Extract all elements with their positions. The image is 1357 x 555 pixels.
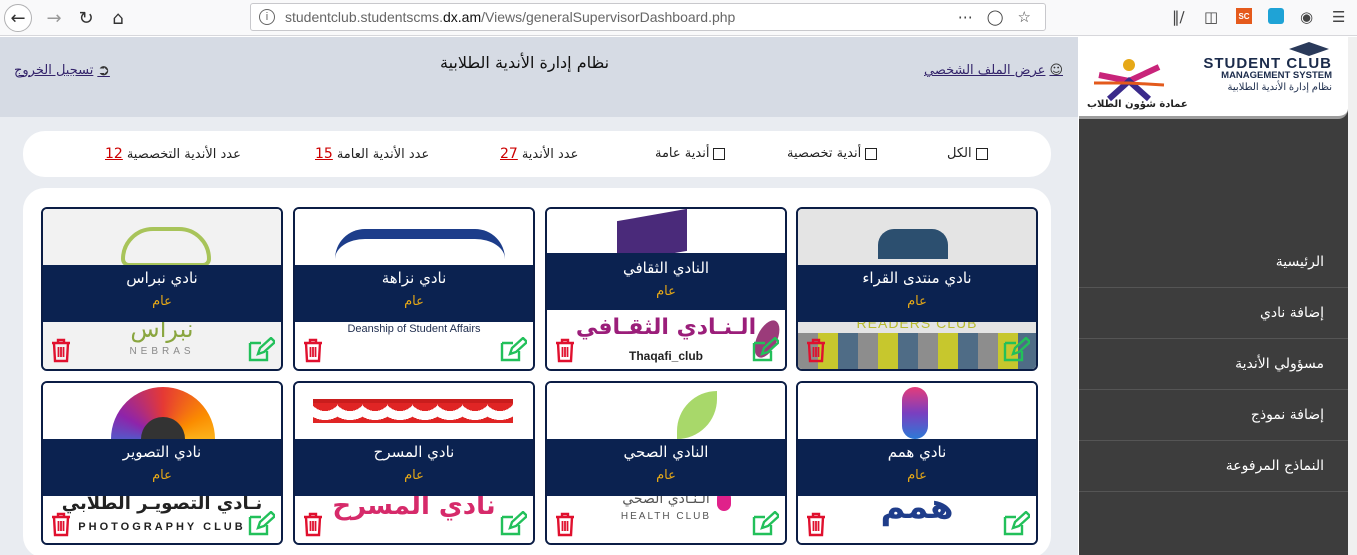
- delete-icon[interactable]: [804, 511, 828, 537]
- sign-out-icon: ➲: [97, 61, 110, 79]
- club-card-readers[interactable]: READERS CLUB نادي منتدى القراء عام: [796, 207, 1038, 371]
- logout-link[interactable]: تسجيل الخروج ➲: [14, 61, 110, 79]
- edit-icon[interactable]: [499, 337, 527, 363]
- url-text: studentclub.studentscms.dx.am/Views/gene…: [285, 9, 736, 25]
- delete-icon[interactable]: [301, 337, 325, 363]
- reload-icon[interactable]: ↻: [72, 4, 100, 32]
- edit-icon[interactable]: [1002, 511, 1030, 537]
- card-type: عام: [907, 294, 927, 309]
- profile-link[interactable]: عرض الملف الشخصي ☺: [924, 63, 1063, 78]
- info-icon[interactable]: i: [259, 9, 275, 25]
- edit-icon[interactable]: [751, 337, 779, 363]
- specialized-clubs-filter[interactable]: أندية تخصصية: [787, 146, 878, 161]
- delete-icon[interactable]: [49, 511, 73, 537]
- card-logo-ar: الـنـادي الثقـافي: [575, 315, 757, 340]
- sync-extension-icon[interactable]: [1268, 8, 1284, 24]
- card-logo-text: HEALTH CLUB: [620, 511, 712, 522]
- sidebar-item-add-form[interactable]: إضافة نموذج: [1079, 390, 1348, 441]
- logo-text: STUDENT CLUB MANAGEMENT SYSTEM نظام إدار…: [1203, 55, 1332, 93]
- page-title: نظام إدارة الأندية الطلابية: [440, 53, 610, 72]
- club-card-health[interactable]: الـنـادي الصحي HEALTH CLUB النادي الصحي …: [545, 381, 787, 545]
- club-card-nazaha[interactable]: Deanship of Student Affairs نادي نزاهة ع…: [293, 207, 535, 371]
- general-count: 15 عدد الأندية العامة: [315, 146, 430, 162]
- card-type: عام: [404, 468, 424, 483]
- delete-icon[interactable]: [301, 511, 325, 537]
- back-arrow-icon[interactable]: ←: [4, 4, 32, 32]
- club-card-photography[interactable]: نـادي التصويـر الطلابي PHOTOGRAPHY CLUB …: [41, 381, 283, 545]
- card-type: عام: [152, 294, 172, 309]
- club-card-hemam[interactable]: همم نادي همم عام: [796, 381, 1038, 545]
- card-logo-text: PHOTOGRAPHY CLUB: [78, 521, 246, 533]
- card-name: نادي نبراس: [126, 269, 198, 287]
- general-clubs-filter[interactable]: أندية عامة: [655, 146, 726, 161]
- filter-bar: 12 عدد الأندية التخصصية 15 عدد الأندية ا…: [23, 131, 1051, 177]
- card-name: نادي منتدى القراء: [862, 269, 972, 287]
- browser-toolbar: ← → ↻ ⌂ i studentclub.studentscms.dx.am/…: [0, 0, 1357, 36]
- logout-label: تسجيل الخروج: [14, 62, 94, 78]
- sc-extension-icon[interactable]: SC: [1236, 8, 1252, 24]
- card-type: عام: [404, 294, 424, 309]
- bookmark-star-icon[interactable]: ☆: [1018, 8, 1031, 26]
- sidebar-item-club-admins[interactable]: مسؤولي الأندية: [1079, 339, 1348, 390]
- sidebar-logo: STUDENT CLUB MANAGEMENT SYSTEM نظام إدار…: [1079, 37, 1348, 119]
- delete-icon[interactable]: [553, 511, 577, 537]
- sidebar-item-add-club[interactable]: إضافة نادي: [1079, 288, 1348, 339]
- card-logo-text: NEBRAS: [129, 346, 195, 357]
- card-name: النادي الثقافي: [622, 259, 710, 277]
- sidebar-item-uploaded-forms[interactable]: النماذج المرفوعة: [1079, 441, 1348, 492]
- club-card-theater[interactable]: نادي المسرح نادي المسرح عام: [293, 381, 535, 545]
- card-logo-text: Deanship of Student Affairs: [347, 323, 481, 335]
- sidebar-toggle-icon[interactable]: ◫: [1204, 8, 1218, 26]
- delete-icon[interactable]: [804, 337, 828, 363]
- specialized-count: 12 عدد الأندية التخصصية: [105, 146, 241, 162]
- specialized-checkbox[interactable]: [865, 147, 878, 160]
- club-card-nebras[interactable]: نبراس NEBRAS نادي نبراس عام: [41, 207, 283, 371]
- club-card-cultural[interactable]: الـنـادي الثقـافي Thaqafi_club النادي ال…: [545, 207, 787, 371]
- account-icon[interactable]: ◉: [1300, 8, 1313, 26]
- all-checkbox[interactable]: [975, 147, 988, 160]
- edit-icon[interactable]: [499, 511, 527, 537]
- card-logo-ar: نـادي التصويـر الطلابي: [61, 493, 263, 514]
- url-bar[interactable]: i studentclub.studentscms.dx.am/Views/ge…: [250, 3, 1046, 31]
- card-name: النادي الصحي: [623, 443, 709, 461]
- profile-label: عرض الملف الشخصي: [924, 63, 1046, 78]
- card-name: نادي المسرح: [373, 443, 455, 461]
- menu-hamburger-icon[interactable]: ☰: [1332, 8, 1345, 26]
- edit-icon[interactable]: [1002, 337, 1030, 363]
- club-logo-icon: [1094, 59, 1165, 102]
- library-icon[interactable]: ‖∕: [1172, 8, 1185, 26]
- scrollbar[interactable]: [1348, 37, 1357, 555]
- sidebar-menu: الرئيسية إضافة نادي مسؤولي الأندية إضافة…: [1079, 237, 1348, 492]
- delete-icon[interactable]: [553, 337, 577, 363]
- card-logo-text: Thaqafi_club: [628, 349, 703, 363]
- card-name: نادي نزاهة: [381, 269, 447, 287]
- delete-icon[interactable]: [49, 337, 73, 363]
- card-type: عام: [152, 468, 172, 483]
- pocket-icon[interactable]: ◯: [987, 8, 1004, 26]
- user-icon: ☺: [1049, 63, 1063, 78]
- card-type: عام: [656, 284, 676, 299]
- general-checkbox[interactable]: [713, 147, 726, 160]
- card-type: عام: [907, 468, 927, 483]
- edit-icon[interactable]: [751, 511, 779, 537]
- home-icon[interactable]: ⌂: [104, 4, 132, 32]
- card-type: عام: [656, 468, 676, 483]
- card-name: نادي همم: [887, 443, 947, 461]
- all-clubs-filter[interactable]: الكل: [947, 146, 988, 161]
- edit-icon[interactable]: [247, 337, 275, 363]
- deanship-text: عمادة شؤون الطلاب: [1087, 99, 1188, 110]
- more-dots-icon[interactable]: ⋯: [958, 8, 973, 26]
- card-name: نادي التصوير: [122, 443, 202, 461]
- forward-arrow-icon[interactable]: →: [40, 4, 68, 32]
- edit-icon[interactable]: [247, 511, 275, 537]
- page-header: تسجيل الخروج ➲ نظام إدارة الأندية الطلاب…: [0, 37, 1078, 117]
- clubs-count: 27 عدد الأندية: [500, 146, 579, 162]
- sidebar-item-home[interactable]: الرئيسية: [1079, 237, 1348, 288]
